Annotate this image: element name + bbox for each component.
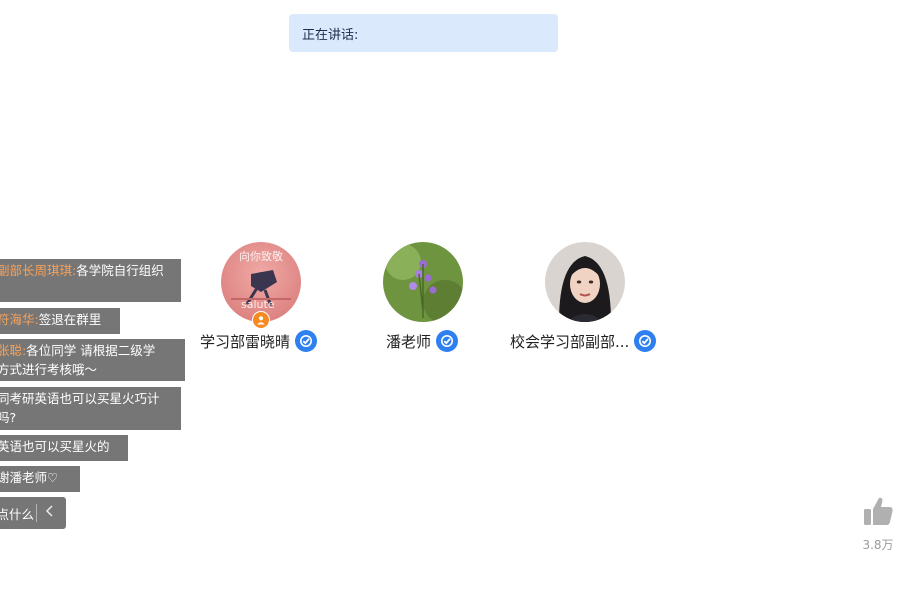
chat-input-bar[interactable]: 说点什么... <box>0 497 66 529</box>
avatar[interactable] <box>545 242 625 322</box>
live-room-stage: 正在讲话: 副部长周琪琪:各学院自行组织 符海华:签退在群里 张聪:各位同学 请… <box>0 0 900 600</box>
avatar[interactable] <box>383 242 463 322</box>
host-badge-icon <box>252 311 270 329</box>
speaker-name: 学习部雷晓晴 <box>200 332 291 351</box>
chat-feed[interactable]: 副部长周琪琪:各学院自行组织 符海华:签退在群里 张聪:各位同学 请根据二级学 … <box>0 0 190 600</box>
avatar[interactable]: 向你致敬 salute <box>221 242 301 322</box>
speaker-name: 校会学习部副部... <box>510 332 630 351</box>
speaker-name: 潘老师 <box>386 332 432 351</box>
chat-message: 英语也可以买星火的 <box>0 435 128 461</box>
chat-text: 谢潘老师♡ <box>0 470 59 485</box>
verified-badge-icon <box>436 330 459 352</box>
speaking-banner: 正在讲话: <box>289 14 558 52</box>
chat-sender: 符海华: <box>0 312 39 327</box>
like-button[interactable] <box>861 496 895 530</box>
chat-text: 各学院自行组织 <box>76 263 164 278</box>
chat-input-placeholder[interactable]: 说点什么... <box>0 504 34 523</box>
speaker-name-row: 学习部雷晓晴 <box>200 330 318 352</box>
speaker-name-row: 校会学习部副部... <box>510 330 657 352</box>
chat-message: 同考研英语也可以买星火巧计 吗? <box>0 387 181 430</box>
chat-message: 副部长周琪琪:各学院自行组织 <box>0 259 181 302</box>
speaker-name-row: 潘老师 <box>386 330 459 352</box>
avatar-caption-top: 向你致敬 <box>239 250 283 263</box>
verified-badge-icon <box>295 330 318 352</box>
chat-sender: 副部长周琪琪: <box>0 263 77 278</box>
chevron-left-icon[interactable] <box>45 505 55 521</box>
thumbs-up-icon[interactable] <box>862 495 894 531</box>
verified-badge-icon <box>634 330 657 352</box>
chat-text: 方式进行考核哦～ <box>0 362 98 377</box>
chat-text: 吗? <box>0 410 17 425</box>
chat-text: 英语也可以买星火的 <box>0 439 110 454</box>
chat-message: 谢潘老师♡ <box>0 466 80 492</box>
chat-text: 同考研英语也可以买星火巧计 <box>0 391 160 406</box>
like-count: 3.8万 <box>862 538 894 552</box>
chat-text: 各位同学 请根据二级学 <box>26 343 156 358</box>
speaking-label: 正在讲话: <box>302 27 359 43</box>
divider <box>36 504 37 522</box>
avatar-caption-bottom: salute <box>241 298 275 311</box>
chat-sender: 张聪: <box>0 343 27 358</box>
chat-text: 签退在群里 <box>38 312 102 327</box>
chat-message: 张聪:各位同学 请根据二级学 方式进行考核哦～ <box>0 339 185 381</box>
chat-message: 符海华:签退在群里 <box>0 308 120 334</box>
